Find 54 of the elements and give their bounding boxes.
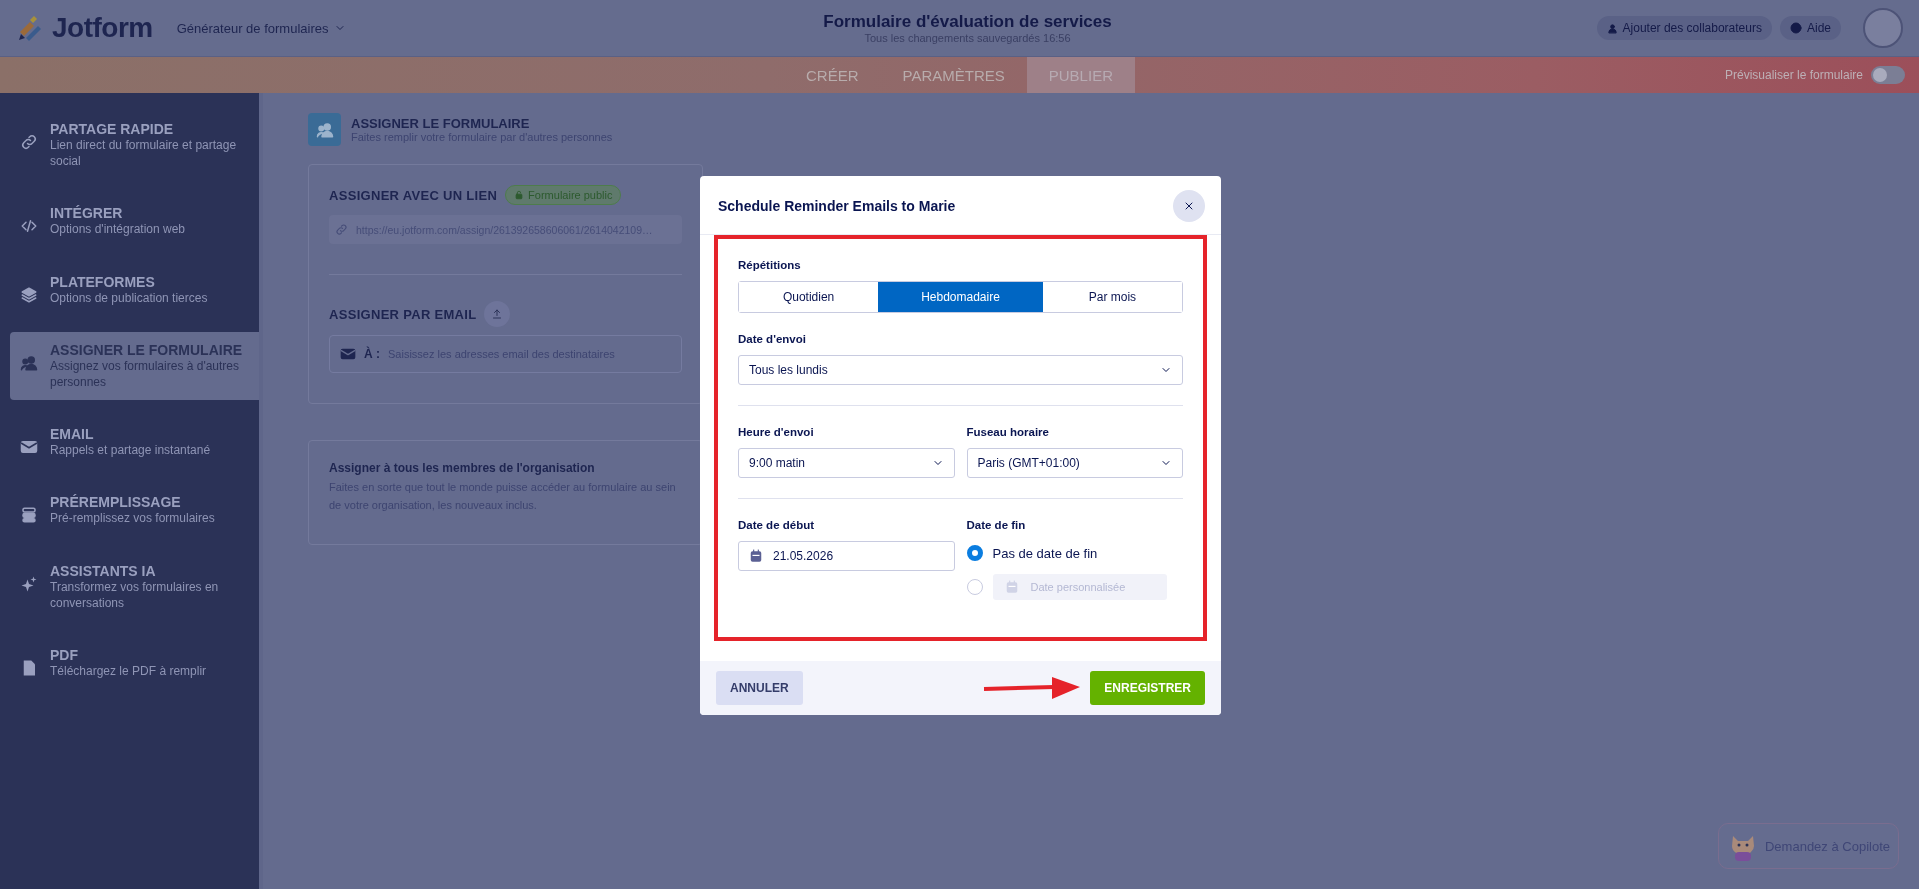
upload-button[interactable] [484,301,511,327]
lock-icon [514,190,525,200]
dialog-title: Schedule Reminder Emails to Marie [718,198,956,214]
calendar-icon [749,549,763,563]
field-label: Répétitions [738,259,802,271]
add-collaborators-button[interactable]: Ajouter des collaborateurs [1596,16,1772,40]
builder-menu[interactable]: Générateur de formulaires [176,20,329,36]
field-label: Date de fin [966,519,1027,531]
help-button[interactable]: Aide [1779,16,1841,40]
users-glyph-icon [315,120,334,139]
field-label: Date d'envoi [738,333,807,345]
org-title: Assigner à tous les membres de l'organisation [329,461,596,475]
send-time-dropdown[interactable]: 9:00 matin [738,448,955,478]
section-title: ASSIGNER LE FORMULAIRE [351,116,531,131]
sidebar-item[interactable]: PLATEFORMES Options de publication tierces [10,263,259,316]
sidebar-item[interactable]: EMAIL Rappels et partage instantané [10,416,259,469]
sidebar-item[interactable]: INTÉGRER Options d'intégration web [10,195,259,248]
stack-icon [20,506,38,525]
upload-icon [491,308,504,320]
email-heading: ASSIGNER PAR EMAIL [329,306,477,322]
sidebar-item[interactable]: PDF Téléchargez le PDF à remplir [10,636,259,690]
start-date-field[interactable]: 21.05.2026 [738,541,955,571]
radio-button[interactable] [966,545,983,561]
public-badge: Formulaire public [505,185,622,205]
link-icon [335,223,348,236]
sidebar-item[interactable]: PARTAGE RAPIDE Lien direct du formulaire et partage social [10,111,259,180]
sidebar-item[interactable]: PRÉREMPLISSAGE Pré-remplissez vos formulaires [10,484,259,537]
save-button[interactable]: ENREGISTRER [1090,671,1205,705]
cancel-button[interactable]: ANNULER [716,671,803,705]
user-icon [1606,22,1618,34]
frequency-option[interactable]: Hebdomadaire [878,282,1043,312]
preview-label: Prévisualiser le formulaire [1724,68,1863,82]
logo-text[interactable]: Jotform [52,12,153,44]
field-label: Date de début [738,519,816,531]
form-title: Formulaire d'évaluation de services [822,12,1113,32]
logo-icon [16,14,44,42]
sidebar-item[interactable]: ASSISTANTS IA Transformez vos formulaires en conversations [10,552,259,621]
radio-label[interactable]: Pas de date de fin [992,545,1098,561]
close-icon [1183,200,1195,212]
close-button[interactable] [1173,190,1205,222]
link-heading: ASSIGNER AVEC UN LIEN [329,187,498,203]
field-label: Fuseau horaire [966,426,1050,438]
users-icon [20,353,38,372]
sparkle-icon [20,574,38,593]
timezone-dropdown[interactable]: Paris (GMT+01:00) [966,448,1183,478]
field-label: Heure d'envoi [738,426,815,438]
mail-icon [340,346,356,362]
preview-toggle[interactable] [1871,66,1905,84]
layers-icon [20,285,38,304]
calendar-icon [1004,580,1019,594]
link-icon [20,133,38,151]
sidebar-item[interactable]: ASSIGNER LE FORMULAIRE Assignez vos formulaires à d'autres personnes [10,331,259,401]
send-date-dropdown[interactable]: Tous les lundis [738,355,1183,385]
avatar[interactable] [1863,8,1903,48]
